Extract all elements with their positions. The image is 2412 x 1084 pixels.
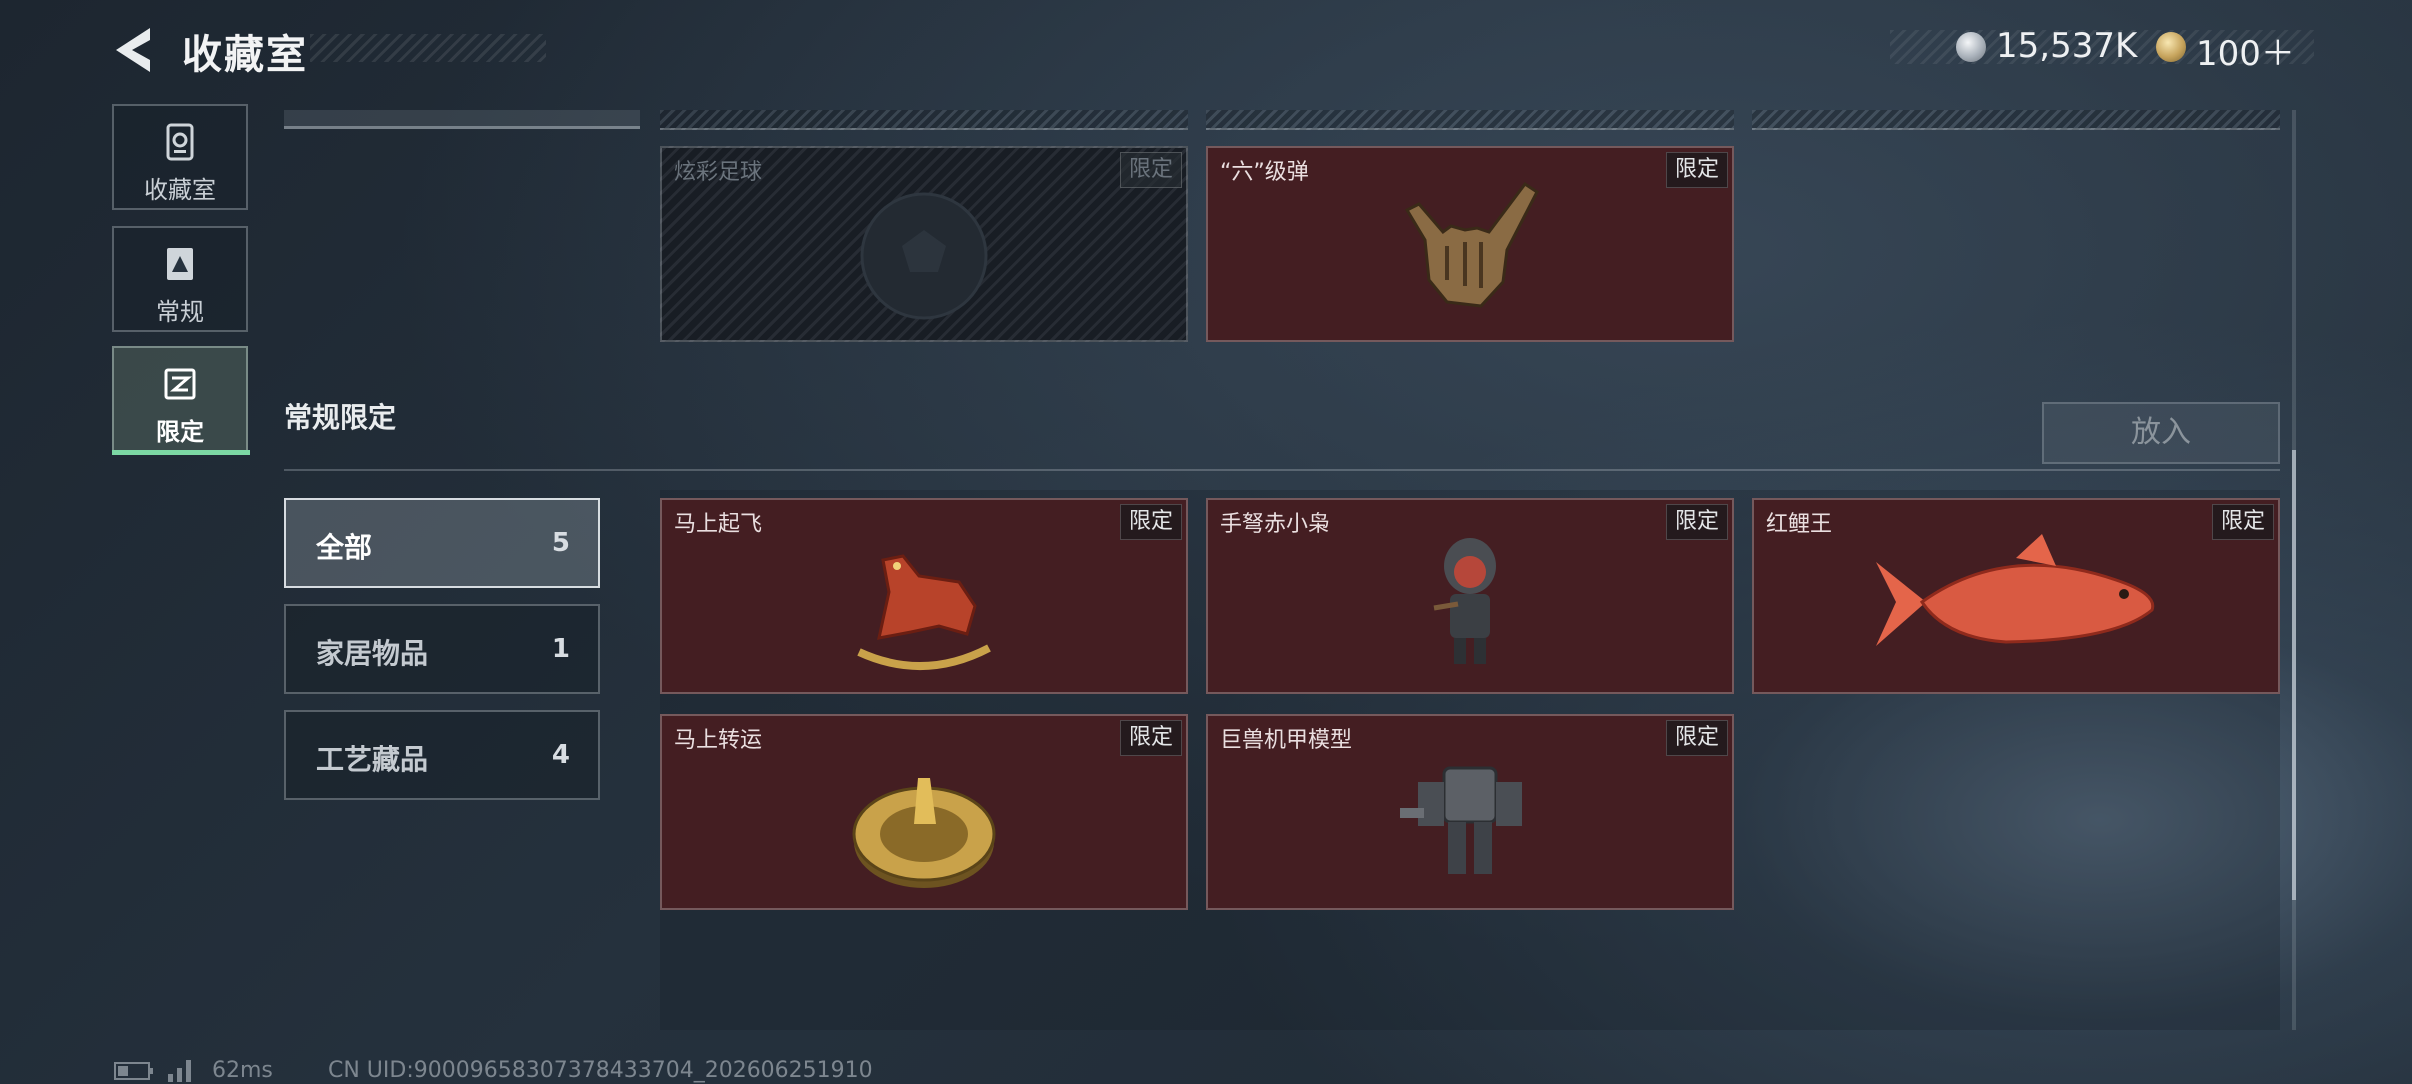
card-name: 手弩赤小枭 xyxy=(1220,512,1331,537)
back-arrow-icon[interactable] xyxy=(110,24,158,76)
card-name: 马上转运 xyxy=(674,728,763,753)
regular-icon xyxy=(167,248,193,280)
category-label: 全部 xyxy=(316,531,373,564)
category-item-craft[interactable]: 工艺藏品 4 xyxy=(284,710,600,800)
category-count: 5 xyxy=(551,528,570,558)
card-name: “六”级弹 xyxy=(1220,160,1309,185)
category-item-partial[interactable] xyxy=(284,110,640,129)
limited-tag: 限定 xyxy=(2211,504,2274,540)
collection-card[interactable]: “六”级弹 限定 xyxy=(1206,146,1734,342)
signal-icon xyxy=(168,1060,191,1082)
battery-icon xyxy=(114,1062,153,1080)
put-in-button[interactable]: 放入 xyxy=(2042,402,2280,464)
category-count: 1 xyxy=(551,634,570,664)
category-label: 家居物品 xyxy=(316,637,429,670)
collection-card-locked[interactable]: 炫彩足球 限定 xyxy=(660,146,1188,342)
collection-room-icon xyxy=(166,123,194,161)
rocking-horse-icon xyxy=(857,554,991,670)
nav-label: 收藏室 xyxy=(144,176,216,204)
scrollbar-thumb[interactable] xyxy=(2292,450,2296,900)
collection-card[interactable]: 手弩赤小枭 限定 xyxy=(1206,498,1734,694)
card-name: 马上起飞 xyxy=(674,512,763,537)
collection-card[interactable]: 马上转运 限定 xyxy=(660,714,1188,910)
card-name: 巨兽机甲模型 xyxy=(1220,728,1353,753)
card-name: 红鲤王 xyxy=(1766,512,1833,537)
nav-label: 限定 xyxy=(156,418,204,446)
hooded-figure-icon xyxy=(1433,538,1496,664)
collection-card[interactable]: 马上起飞 限定 xyxy=(660,498,1188,694)
section-title: 常规限定 xyxy=(284,401,397,434)
category-label: 工艺藏品 xyxy=(316,743,429,776)
soccer-ball-icon xyxy=(860,192,988,320)
gold-wheel-icon xyxy=(852,778,996,888)
user-uid: CN UID:9000965830737843370​4_20260625191… xyxy=(328,1058,873,1083)
title-decoration xyxy=(310,34,546,62)
nav-item-collection-room[interactable]: 收藏室 xyxy=(112,104,248,210)
limited-tag: 限定 xyxy=(1665,504,1728,540)
collection-card[interactable]: 巨兽机甲模型 限定 xyxy=(1206,714,1734,910)
hand-sign-icon xyxy=(1404,181,1539,308)
nav-active-indicator xyxy=(112,450,250,455)
limited-tag: 限定 xyxy=(1119,504,1182,540)
ping-readout: 62ms xyxy=(212,1058,273,1083)
nav-label: 常规 xyxy=(156,298,204,326)
limited-icon xyxy=(164,368,196,400)
limited-tag: 限定 xyxy=(1119,720,1182,756)
category-item-home[interactable]: 家居物品 1 xyxy=(284,604,600,694)
page-title: 收藏室 xyxy=(182,32,308,78)
card-partial[interactable] xyxy=(1206,110,1734,130)
gold-currency-value[interactable]: 100＋ xyxy=(2196,26,2295,75)
silver-coin-icon xyxy=(1956,32,1986,62)
silver-currency-value: 15,537K xyxy=(1996,26,2138,66)
mech-model-icon xyxy=(1400,766,1522,874)
limited-tag: 限定 xyxy=(1119,152,1182,188)
card-partial[interactable] xyxy=(1752,110,2280,130)
collection-card[interactable]: 红鲤王 限定 xyxy=(1752,498,2280,694)
limited-tag: 限定 xyxy=(1665,152,1728,188)
card-name: 炫彩足球 xyxy=(674,160,763,185)
red-carp-icon xyxy=(1876,534,2155,646)
limited-tag: 限定 xyxy=(1665,720,1728,756)
category-count: 4 xyxy=(551,740,570,770)
category-item-all[interactable]: 全部 5 xyxy=(284,498,600,588)
nav-item-regular[interactable]: 常规 xyxy=(112,226,248,332)
card-partial[interactable] xyxy=(660,110,1188,130)
section-divider xyxy=(284,469,2280,471)
gold-coin-icon xyxy=(2156,32,2186,62)
nav-item-limited[interactable]: 限定 xyxy=(112,346,248,452)
